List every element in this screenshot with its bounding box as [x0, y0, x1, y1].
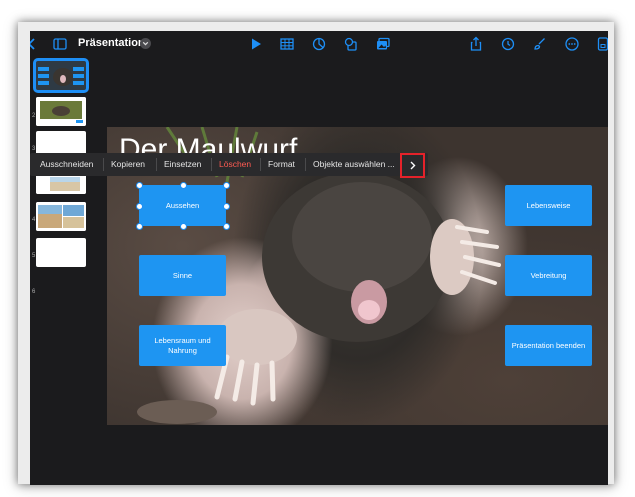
- menu-separator: [103, 158, 104, 171]
- selection-handle[interactable]: [223, 182, 230, 189]
- slide-thumbnail-2[interactable]: [36, 97, 86, 126]
- toolbar: Präsentation: [30, 31, 608, 57]
- chevron-down-icon[interactable]: [140, 38, 151, 49]
- menu-item-delete[interactable]: Löschen: [219, 153, 251, 176]
- play-icon[interactable]: [248, 36, 264, 52]
- slide-number: 2: [32, 113, 36, 119]
- selection-handle[interactable]: [136, 223, 143, 230]
- context-menu-more-button[interactable]: [400, 153, 425, 178]
- slide-number: 5: [32, 253, 36, 259]
- brush-icon[interactable]: [532, 36, 548, 52]
- selection-handle[interactable]: [180, 223, 187, 230]
- slide-number: 3: [32, 146, 36, 152]
- more-icon[interactable]: [564, 36, 580, 52]
- lebensweise-button[interactable]: Lebensweise: [505, 185, 592, 226]
- document-title[interactable]: Präsentation: [78, 37, 145, 49]
- verbreitung-button[interactable]: Vebreitung: [505, 255, 592, 296]
- selection-handle[interactable]: [180, 182, 187, 189]
- selection-handle[interactable]: [136, 203, 143, 210]
- media-icon[interactable]: [375, 36, 391, 52]
- aussehen-button[interactable]: Aussehen: [139, 185, 226, 226]
- lebensraum-button[interactable]: Lebensraum und Nahrung: [139, 325, 226, 366]
- chevron-right-icon: [410, 161, 416, 170]
- share-icon[interactable]: [468, 36, 484, 52]
- menu-item-select-objects[interactable]: Objekte auswählen ...: [313, 153, 395, 176]
- chart-icon[interactable]: [311, 36, 327, 52]
- selection-handle[interactable]: [223, 223, 230, 230]
- selection-handle[interactable]: [136, 182, 143, 189]
- slide-thumbnail-5[interactable]: [36, 202, 86, 231]
- praesentation-beenden-button[interactable]: Präsentation beenden: [505, 325, 592, 366]
- table-icon[interactable]: [279, 36, 295, 52]
- slide-number: 4: [32, 217, 36, 223]
- context-menu: Ausschneiden Kopieren Einsetzen Löschen …: [30, 153, 428, 176]
- menu-separator: [260, 158, 261, 171]
- document-icon[interactable]: [595, 36, 608, 52]
- slide-thumbnail-1[interactable]: [33, 58, 89, 93]
- menu-separator: [305, 158, 306, 171]
- back-chevron-icon[interactable]: [30, 36, 40, 52]
- menu-item-format[interactable]: Format: [268, 153, 295, 176]
- sinne-button[interactable]: Sinne: [139, 255, 226, 296]
- menu-separator: [211, 158, 212, 171]
- slide-navigator: 2 3 4 5 6: [30, 57, 92, 485]
- sidebar-icon[interactable]: [52, 36, 68, 52]
- selection-handle[interactable]: [223, 203, 230, 210]
- menu-item-copy[interactable]: Kopieren: [111, 153, 145, 176]
- slide-thumbnail-6[interactable]: [36, 238, 86, 267]
- slide-number: 6: [32, 289, 36, 295]
- menu-item-cut[interactable]: Ausschneiden: [40, 153, 93, 176]
- menu-separator: [156, 158, 157, 171]
- history-icon[interactable]: [500, 36, 516, 52]
- shape-icon[interactable]: [343, 36, 359, 52]
- menu-item-paste[interactable]: Einsetzen: [164, 153, 201, 176]
